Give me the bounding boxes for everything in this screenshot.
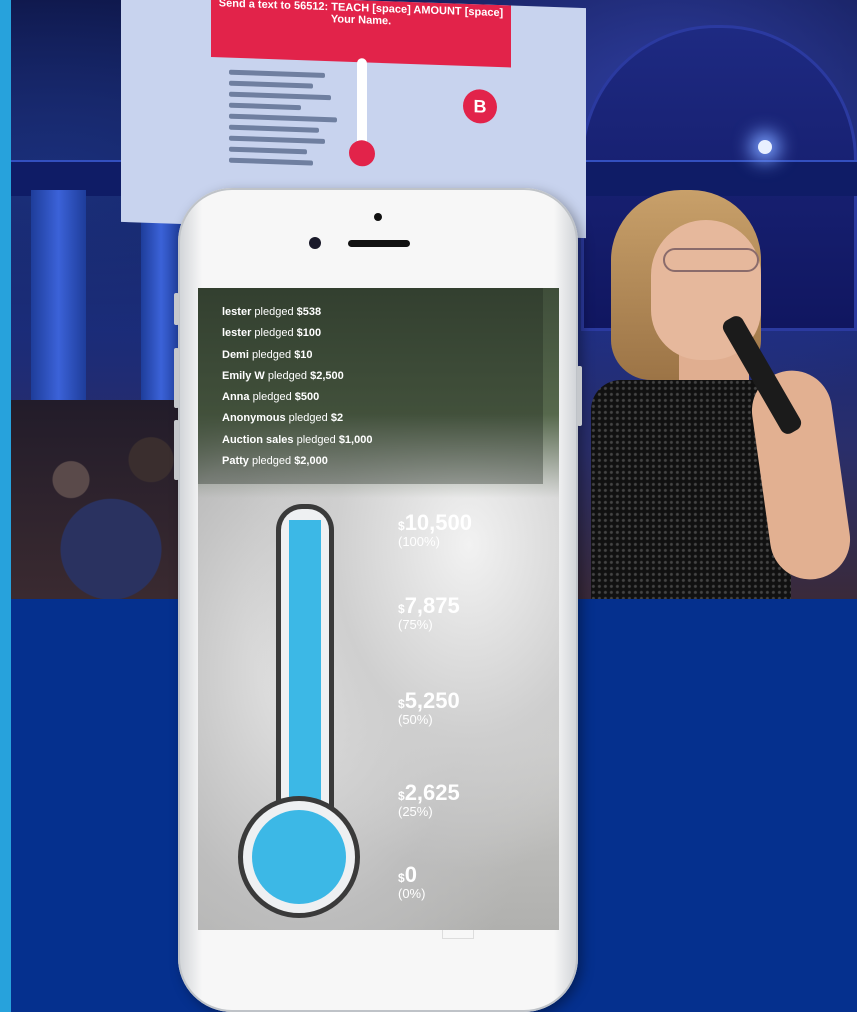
glasses	[663, 248, 759, 272]
phone-mockup: lester pledged $538 lester pledged $100 …	[174, 188, 582, 1012]
volume-up-button	[174, 348, 179, 408]
speaker-photo	[591, 180, 857, 599]
mute-switch	[174, 293, 179, 325]
pledge-row: Anonymous pledged $2	[222, 412, 344, 425]
home-indicator	[442, 930, 474, 939]
earpiece-speaker	[348, 240, 410, 247]
pledge-row: Emily W pledged $2,500	[222, 369, 344, 382]
pledge-row: Demi pledged $10	[222, 348, 313, 361]
accent-strip	[0, 0, 11, 1012]
volume-down-button	[174, 420, 179, 480]
pledge-row: Auction sales pledged $1,000	[222, 433, 373, 446]
goal-tick-50: $5,250 (50%)	[398, 688, 460, 727]
pledge-feed[interactable]: lester pledged $538 lester pledged $100 …	[198, 288, 543, 484]
pledge-row: lester pledged $100	[222, 327, 322, 340]
goal-tick-25: $2,625 (25%)	[398, 780, 460, 819]
phone-screen: lester pledged $538 lester pledged $100 …	[198, 288, 559, 930]
stage-light	[758, 140, 772, 154]
goal-tick-75: $7,875 (75%)	[398, 593, 460, 632]
front-camera	[309, 237, 321, 249]
slide-thermometer	[357, 58, 367, 154]
power-button	[577, 366, 582, 426]
pledge-row: Anna pledged $500	[222, 391, 320, 404]
thermometer-bulb-fill	[252, 810, 346, 904]
goal-tick-100: $10,500 (100%)	[398, 510, 472, 549]
proximity-sensor	[374, 213, 382, 221]
slide-thermometer-bulb	[349, 139, 375, 167]
goal-tick-0: $0 (0%)	[398, 862, 426, 901]
pledge-row: lester pledged $538	[222, 306, 322, 318]
pledge-row: Patty pledged $2,000	[222, 455, 328, 468]
slide-logo: B	[463, 88, 497, 125]
slide-pledge-list	[229, 64, 349, 198]
